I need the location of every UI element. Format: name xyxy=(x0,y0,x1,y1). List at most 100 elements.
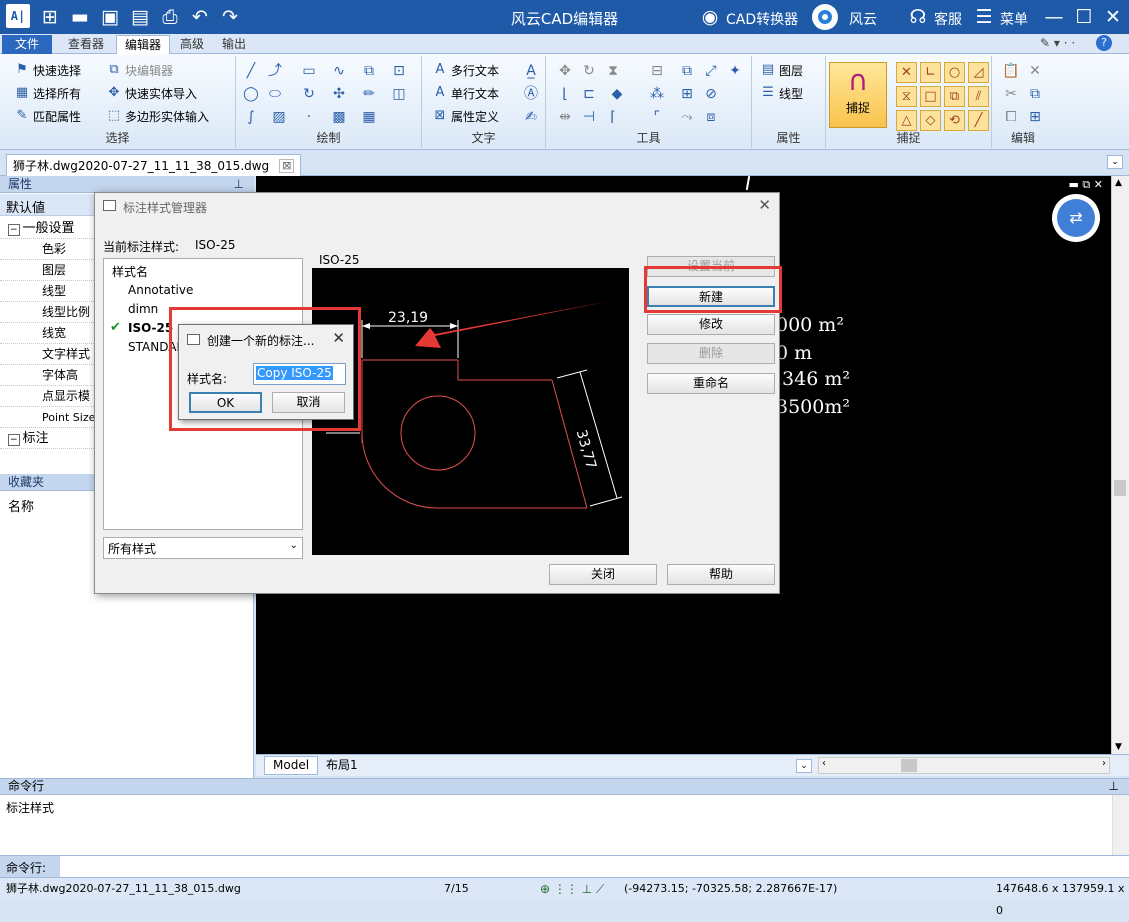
document-tab[interactable]: 狮子林.dwg2020-07-27_11_11_38_015.dwg ⊠ xyxy=(6,154,302,176)
delete-icon[interactable]: ✕ xyxy=(1026,62,1044,80)
curve-icon[interactable]: ∫ xyxy=(242,108,260,126)
command-pin-icon[interactable]: ⊥ xyxy=(1109,779,1119,794)
layer-button[interactable]: ▤ 图层 xyxy=(760,60,803,80)
rectangle-icon[interactable]: ▭ xyxy=(300,62,318,80)
circle-icon[interactable]: ◯ xyxy=(242,85,260,103)
print-icon[interactable]: ⎙ xyxy=(158,5,182,29)
new-dialog-close-icon[interactable]: ✕ xyxy=(332,329,345,347)
insert-block-icon[interactable]: ⧉ xyxy=(360,62,378,80)
minimize-icon[interactable]: — xyxy=(1042,5,1066,29)
snap-square-icon[interactable]: □ xyxy=(920,86,941,107)
ellipse-icon[interactable]: ⬭ xyxy=(266,85,284,103)
style-name-input[interactable]: Copy ISO-25 xyxy=(253,363,346,385)
modify-button[interactable]: 修改 xyxy=(647,314,775,335)
dialog-close-icon[interactable]: ✕ xyxy=(758,196,771,214)
set-current-button[interactable]: 设置当前 xyxy=(647,256,775,277)
extend-icon[interactable]: ⌈ xyxy=(604,108,622,126)
image-icon[interactable]: ▩ xyxy=(330,108,348,126)
snap-toggle-button[interactable]: ∩ 捕捉 xyxy=(829,62,887,128)
region-icon[interactable]: ◫ xyxy=(390,85,408,103)
pencil-icon[interactable]: ✏ xyxy=(360,85,378,103)
copy-clip-icon[interactable]: ⧠ xyxy=(1002,108,1020,126)
break-icon[interactable]: ⊣ xyxy=(580,108,598,126)
style-filter-select[interactable]: 所有样式 ⌄ xyxy=(103,537,303,559)
open-folder-icon[interactable]: ▬ xyxy=(68,5,92,29)
collapse-icon[interactable]: − xyxy=(8,434,20,446)
dtext-button[interactable]: A 单行文本 xyxy=(432,83,499,103)
fengyun-icon[interactable] xyxy=(812,4,838,30)
measure-icon[interactable]: ⊘ xyxy=(702,85,720,103)
mirror-icon[interactable]: ⧗ xyxy=(604,62,622,80)
service-button[interactable]: 客服 xyxy=(934,9,962,29)
horizontal-scrollbar[interactable]: ‹ › xyxy=(818,757,1110,774)
hscroll-thumb[interactable] xyxy=(901,759,917,772)
scroll-left-icon[interactable]: ‹ xyxy=(822,758,826,769)
headset-icon[interactable]: ☊ xyxy=(906,5,930,29)
dot-icon[interactable]: · xyxy=(300,108,318,126)
close-button[interactable]: 关闭 xyxy=(549,564,657,585)
new-file-icon[interactable]: ⊞ xyxy=(38,5,62,29)
snap-quadrant-icon[interactable]: ◇ xyxy=(920,110,941,131)
scale-icon[interactable]: ⤢ xyxy=(702,62,720,80)
polyline-icon[interactable]: ⤴ xyxy=(266,62,284,80)
stretch-icon[interactable]: ⇹ xyxy=(556,108,574,126)
snap-endpoint-icon[interactable]: ✕ xyxy=(896,62,917,83)
block-editor-button[interactable]: ⧉ 块编辑器 xyxy=(106,60,173,80)
text-edit-icon[interactable]: Ⓐ xyxy=(522,85,540,103)
close-icon[interactable]: ✕ xyxy=(1101,5,1125,29)
snap-midpoint-icon[interactable]: △ xyxy=(896,110,917,131)
converter-button[interactable]: CAD转换器 xyxy=(726,9,798,29)
quick-select-button[interactable]: ⚑ 快速选择 xyxy=(14,60,81,80)
spline-icon[interactable]: ∿ xyxy=(330,62,348,80)
scroll-right-icon[interactable]: › xyxy=(1102,758,1106,769)
tab-editor[interactable]: 编辑器 xyxy=(116,35,171,54)
trim-icon[interactable]: ⊏ xyxy=(580,85,598,103)
help-icon[interactable]: ? xyxy=(1096,35,1112,51)
color-fill-icon[interactable]: ◆ xyxy=(608,85,626,103)
table-icon[interactable]: ▦ xyxy=(360,108,378,126)
ribbon-options-icon[interactable]: ✎ ▾ · · xyxy=(1040,36,1075,50)
scroll-down-icon[interactable]: ▼ xyxy=(1115,742,1122,752)
ok-button[interactable]: OK xyxy=(189,392,262,413)
group-icon[interactable]: ⊞ xyxy=(678,85,696,103)
snap-tangent-icon[interactable]: ◿ xyxy=(968,62,989,83)
copy-icon[interactable]: ⧉ xyxy=(1026,85,1044,103)
pan-icon[interactable]: ✥ xyxy=(556,62,574,80)
join-icon[interactable]: ⤳ xyxy=(678,108,696,126)
converter-icon[interactable]: ◉ xyxy=(698,5,722,29)
new-style-button[interactable]: 新建 xyxy=(647,286,775,307)
snap-parallel-icon[interactable]: ⫽ xyxy=(968,86,989,107)
menu-button[interactable]: 菜单 xyxy=(1000,9,1028,29)
help-button[interactable]: 帮助 xyxy=(667,564,775,585)
command-log-scrollbar[interactable] xyxy=(1112,795,1129,855)
pin-icon[interactable]: ⊥ xyxy=(234,176,244,192)
snap-nearest-icon[interactable]: ⟲ xyxy=(944,110,965,131)
fillet-icon[interactable]: ⌊ xyxy=(556,85,574,103)
style-item-standard[interactable]: STANDARD xyxy=(128,340,180,354)
fengyun-button[interactable]: 风云 xyxy=(849,9,877,29)
save-as-icon[interactable]: ▤ xyxy=(128,5,152,29)
explode-icon[interactable]: ✦ xyxy=(726,62,744,80)
scroll-thumb[interactable] xyxy=(1114,480,1126,496)
translate-icon[interactable]: ⇄ xyxy=(1052,194,1100,242)
snap-insert-icon[interactable]: ⧉ xyxy=(944,86,965,107)
menu-icon[interactable]: ☰ xyxy=(972,5,996,29)
command-input-field[interactable] xyxy=(62,857,1122,876)
tab-advanced[interactable]: 高级 xyxy=(172,35,212,54)
layout-tab-layout1[interactable]: 布局1 xyxy=(326,757,358,774)
match-properties-button[interactable]: ✎ 匹配属性 xyxy=(14,106,81,126)
line-icon[interactable]: ╱ xyxy=(242,62,260,80)
tab-file[interactable]: 文件 xyxy=(2,35,52,54)
collapse-icon[interactable]: − xyxy=(8,224,20,236)
scroll-up-icon[interactable]: ▲ xyxy=(1115,178,1122,188)
copy-entity-icon[interactable]: ⧉ xyxy=(678,62,696,80)
viewport-controls[interactable]: ▬ ⧉ ✕ xyxy=(1069,178,1103,192)
style-item-iso25[interactable]: ISO-25 xyxy=(128,321,173,335)
snap-extension-icon[interactable]: ╱ xyxy=(968,110,989,131)
tab-output[interactable]: 输出 xyxy=(214,35,254,54)
layer-tool-icon[interactable]: ⧈ xyxy=(702,108,720,126)
attribute-define-button[interactable]: ⊠ 属性定义 xyxy=(432,106,499,126)
arc-icon[interactable]: ↻ xyxy=(300,85,318,103)
snap-intersection-icon[interactable]: ⧖ xyxy=(896,86,917,107)
polygon-entity-input-button[interactable]: ⬚ 多边形实体输入 xyxy=(106,106,209,126)
